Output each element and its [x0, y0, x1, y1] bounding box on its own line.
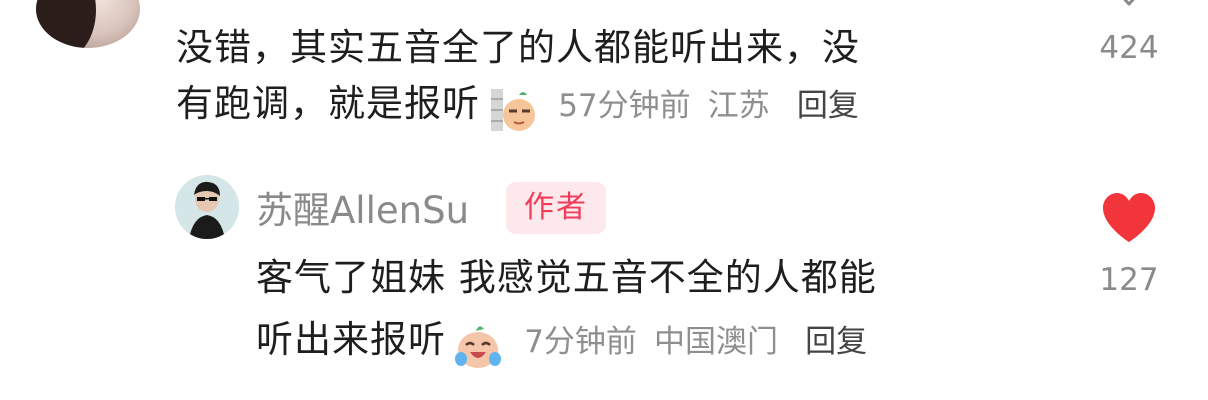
reply-button-2[interactable]: 回复 — [805, 324, 867, 360]
comment-time: 57分钟前 — [558, 88, 691, 124]
laughing-crying-sticker-icon — [453, 321, 503, 375]
reply-text-line-2: 听出来报听 — [256, 318, 446, 361]
like-count: 424 — [1099, 30, 1159, 66]
commenter-avatar[interactable] — [36, 0, 140, 48]
reply-button[interactable]: 回复 — [797, 88, 859, 124]
author-avatar[interactable] — [175, 175, 239, 239]
wall-peek-sticker-icon — [489, 85, 539, 139]
heart-filled-icon[interactable] — [1099, 190, 1159, 246]
heart-outline-icon[interactable] — [1112, 0, 1146, 12]
author-username[interactable]: 苏醒AllenSu — [256, 180, 469, 234]
comment-location: 江苏 — [707, 88, 770, 124]
reply-location: 中国澳门 — [654, 324, 779, 360]
reply-second-line: 听出来报听 7分钟前 中国澳门 回复 — [256, 312, 867, 375]
comment-text-line-2: 有跑调，就是报听 — [176, 82, 480, 125]
reply-like-count: 127 — [1099, 262, 1159, 298]
reply-text-line-1: 客气了姐妹 我感觉五音不全的人都能 — [256, 256, 877, 299]
comment-second-line: 有跑调，就是报听 57分钟前 江苏 回复 — [176, 76, 859, 139]
reply-time: 7分钟前 — [524, 324, 637, 360]
comment-text-line-1: 没错，其实五音全了的人都能听出来，没 — [176, 26, 860, 69]
author-badge: 作者 — [506, 182, 606, 234]
